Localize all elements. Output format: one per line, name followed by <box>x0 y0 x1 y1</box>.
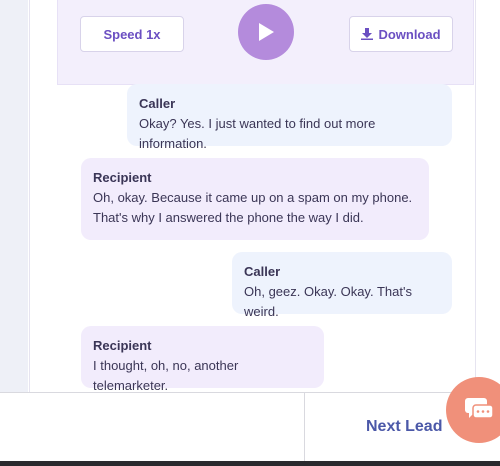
caller-message: Caller Oh, geez. Okay. Okay. That's weir… <box>232 252 452 319</box>
recipient-message: Recipient Oh, okay. Because it came up o… <box>81 158 429 240</box>
left-sidebar-strip <box>0 0 28 392</box>
message-text-line: Oh, okay. Because it came up on a spam o… <box>93 190 413 205</box>
speaker-name: Recipient <box>93 338 152 353</box>
speed-button[interactable]: Speed 1x <box>80 16 184 52</box>
caller-message: Caller Okay? Yes. I just wanted to find … <box>127 84 452 151</box>
speaker-name: Caller <box>139 96 176 111</box>
speaker-name: Caller <box>244 264 281 279</box>
play-button[interactable] <box>238 4 294 60</box>
speed-button-label: Speed 1x <box>103 26 161 42</box>
message-text: Okay? Yes. I just wanted to find out mor… <box>139 116 376 151</box>
footer-bar: Next Lead <box>0 392 500 466</box>
audio-player: Speed 1x Download <box>57 0 474 85</box>
download-button-label: Download <box>378 26 441 42</box>
window-bottom-edge <box>0 461 500 466</box>
recipient-message: Recipient I thought, oh, no, another tel… <box>81 326 324 392</box>
play-icon <box>259 23 274 41</box>
download-icon <box>361 28 374 40</box>
chat-icon <box>465 398 494 419</box>
next-lead-button[interactable]: Next Lead <box>366 418 442 436</box>
message-text-line: That's why I answered the phone the way … <box>93 210 364 225</box>
speaker-name: Recipient <box>93 170 152 185</box>
message-text: I thought, oh, no, another telemarketer. <box>93 358 239 392</box>
footer-left-section <box>0 393 305 461</box>
message-text: Oh, geez. Okay. Okay. That's weird. <box>244 284 412 319</box>
download-button[interactable]: Download <box>349 16 453 52</box>
call-transcript-panel: Speed 1x Download Caller Okay? Yes. I ju… <box>29 0 476 392</box>
